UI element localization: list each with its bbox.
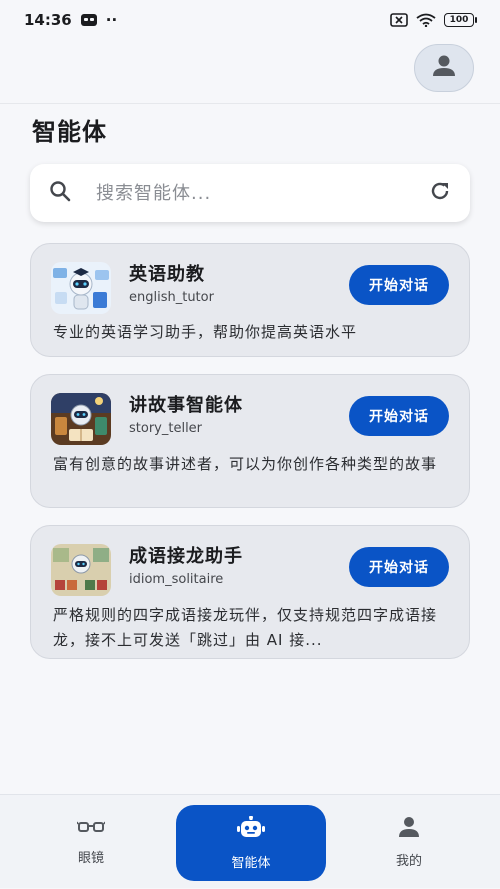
agent-id: story_teller [129, 421, 203, 436]
glasses-icon [76, 819, 106, 839]
nav-label: 我的 [395, 853, 422, 869]
refresh-icon[interactable] [428, 179, 452, 207]
nav-item-glasses[interactable]: 眼镜 [16, 795, 166, 889]
search-icon [48, 179, 72, 207]
agent-id: english_tutor [129, 290, 214, 305]
agent-description: 富有创意的故事讲述者，可以为你创作各种类型的故事 [53, 455, 438, 473]
nav-label: 眼镜 [77, 850, 104, 866]
search-bar [30, 164, 470, 222]
bottom-navigation: 眼镜 智能体 我的 [0, 794, 500, 888]
english-tutor-thumbnail [51, 262, 111, 314]
agent-name: 成语接龙助手 [129, 546, 243, 567]
start-chat-button[interactable]: 开始对话 [349, 547, 449, 587]
profile-avatar-button[interactable] [414, 44, 474, 92]
battery-level: 100 [449, 15, 469, 25]
start-chat-button[interactable]: 开始对话 [349, 265, 449, 305]
person-icon [431, 54, 457, 82]
agent-description: 严格规则的四字成语接龙玩伴，仅支持规范四字成语接龙，接不上可发送「跳过」由 AI… [53, 606, 438, 649]
no-sim-icon [390, 13, 408, 27]
battery-icon: 100 [444, 13, 477, 27]
agent-description: 专业的英语学习助手，帮助你提高英语水平 [53, 323, 358, 341]
agent-card-story-teller[interactable]: 讲故事智能体 story_teller 开始对话 富有创意的故事讲述者，可以为你… [30, 374, 470, 508]
agent-name: 讲故事智能体 [129, 395, 243, 416]
agent-card-idiom-solitaire[interactable]: 成语接龙助手 idiom_solitaire 开始对话 严格规则的四字成语接龙玩… [30, 525, 470, 659]
nav-item-mine[interactable]: 我的 [334, 795, 484, 889]
agent-name: 英语助教 [129, 264, 205, 285]
story-teller-thumbnail [51, 393, 111, 445]
idiom-solitaire-thumbnail [51, 544, 111, 596]
nav-label: 智能体 [231, 855, 271, 871]
agent-id: idiom_solitaire [129, 572, 224, 587]
status-bar: 14:36 ·· 100 [0, 0, 500, 40]
wifi-icon [416, 13, 436, 27]
search-input[interactable] [96, 182, 428, 204]
page-title: 智能体 [32, 118, 107, 146]
nav-item-agents[interactable]: 智能体 [176, 805, 326, 881]
start-chat-button[interactable]: 开始对话 [349, 396, 449, 436]
robot-icon [237, 815, 265, 844]
person-icon [397, 816, 421, 842]
status-dots: ·· [105, 11, 118, 29]
status-time: 14:36 [24, 11, 72, 29]
top-app-bar [0, 40, 500, 104]
app-notification-icon [80, 13, 98, 27]
agent-card-english-tutor[interactable]: 英语助教 english_tutor 开始对话 专业的英语学习助手，帮助你提高英… [30, 243, 470, 357]
